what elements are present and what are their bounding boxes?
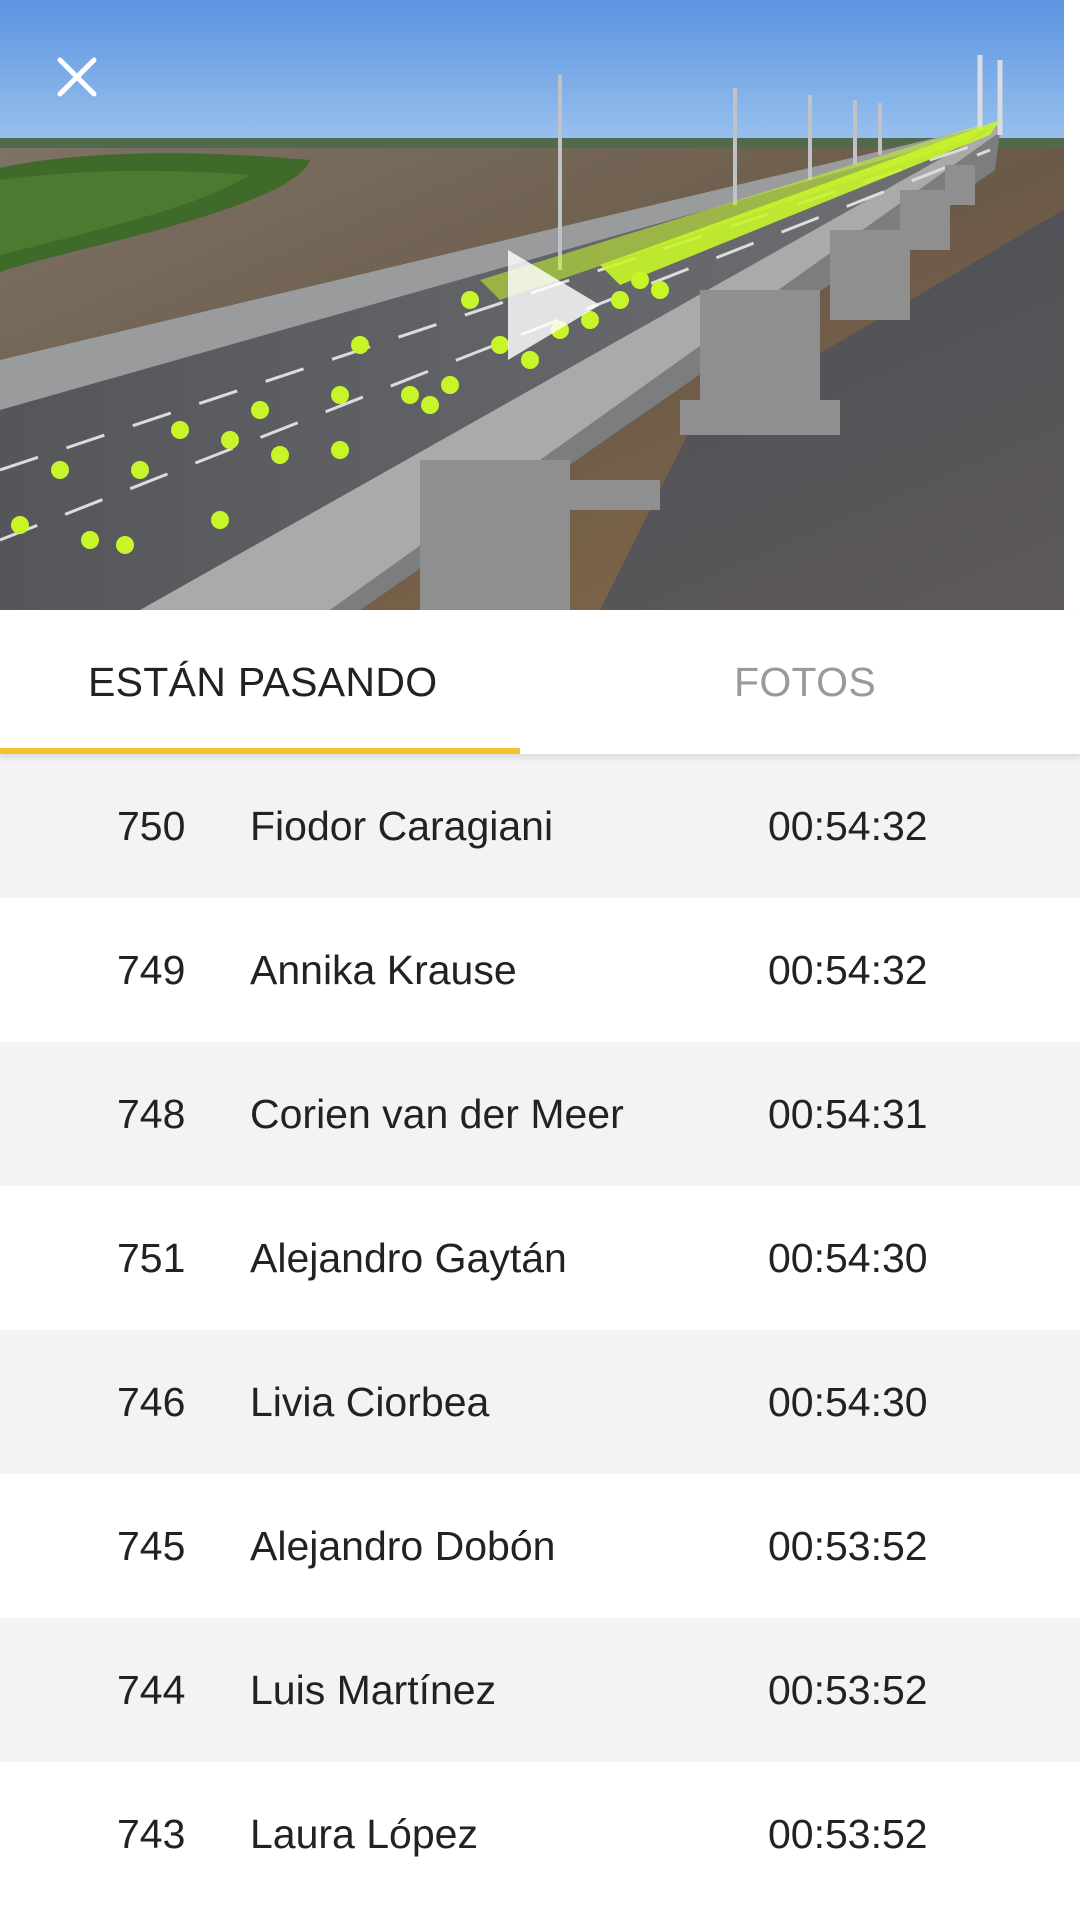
table-row[interactable]: 750 Fiodor Caragiani 00:54:32 [0, 754, 1080, 898]
runner-time: 00:53:52 [768, 1523, 928, 1569]
runner-number: 744 [117, 1667, 186, 1713]
table-row[interactable]: 744 Luis Martínez 00:53:52 [0, 1618, 1080, 1762]
runner-time: 00:54:30 [768, 1379, 928, 1425]
runner-number: 748 [117, 1091, 186, 1137]
tab-bar: ESTÁN PASANDO FOTOS [0, 610, 1080, 754]
table-row[interactable]: 743 Laura López 00:53:52 [0, 1762, 1080, 1906]
tab-photos[interactable]: FOTOS [734, 610, 876, 754]
hero-edge [1064, 0, 1080, 610]
runner-number: 751 [117, 1235, 186, 1281]
play-button[interactable] [500, 245, 610, 365]
play-icon [508, 250, 600, 360]
tab-active-indicator [0, 748, 520, 754]
runner-number: 743 [117, 1811, 186, 1857]
runner-time: 00:54:30 [768, 1235, 928, 1281]
runner-number: 746 [117, 1379, 186, 1425]
runner-time: 00:53:52 [768, 1667, 928, 1713]
runner-time: 00:54:32 [768, 947, 928, 993]
table-row[interactable]: 751 Alejandro Gaytán 00:54:30 [0, 1186, 1080, 1330]
runner-time: 00:53:52 [768, 1811, 928, 1857]
table-row[interactable]: 749 Annika Krause 00:54:32 [0, 898, 1080, 1042]
runner-name: Livia Ciorbea [250, 1379, 490, 1425]
runner-number: 750 [117, 803, 186, 849]
close-button[interactable] [48, 48, 108, 108]
runner-name: Corien van der Meer [250, 1091, 624, 1137]
tab-running[interactable]: ESTÁN PASANDO [88, 610, 437, 754]
close-icon [57, 57, 97, 97]
runner-name: Luis Martínez [250, 1667, 497, 1713]
runner-name: Alejandro Dobón [250, 1523, 556, 1569]
table-row[interactable]: 746 Livia Ciorbea 00:54:30 [0, 1330, 1080, 1474]
runner-time: 00:54:32 [768, 803, 928, 849]
table-row[interactable]: 745 Alejandro Dobón 00:53:52 [0, 1474, 1080, 1618]
runner-name: Fiodor Caragiani [250, 803, 554, 849]
runner-name: Alejandro Gaytán [250, 1235, 567, 1281]
runner-number: 745 [117, 1523, 186, 1569]
runner-name: Annika Krause [250, 947, 517, 993]
runner-list: 750 Fiodor Caragiani 00:54:32 749 Annika… [0, 754, 1080, 1906]
hero-video[interactable] [0, 0, 1080, 610]
runner-time: 00:54:31 [768, 1091, 928, 1137]
table-row[interactable]: 748 Corien van der Meer 00:54:31 [0, 1042, 1080, 1186]
runner-name: Laura López [250, 1811, 478, 1857]
runner-number: 749 [117, 947, 186, 993]
